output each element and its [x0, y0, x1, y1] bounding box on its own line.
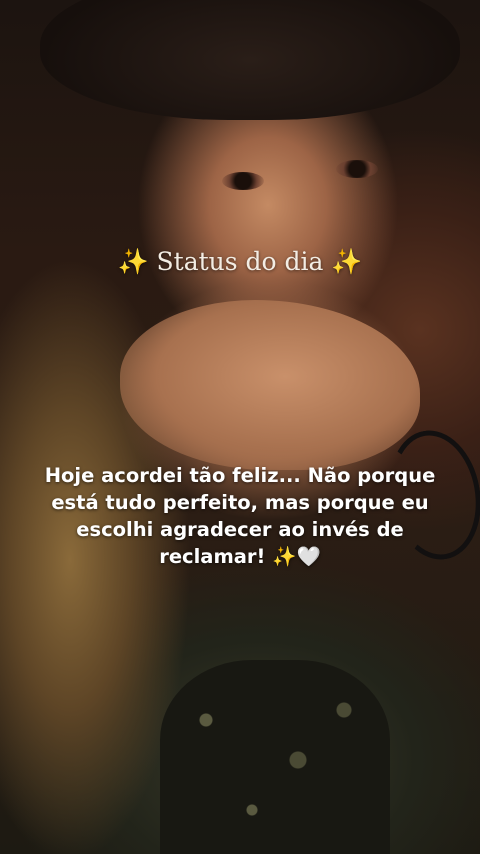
message-line: reclamar! ✨🤍 [159, 545, 321, 568]
right-eye-shape [336, 160, 378, 178]
message-line: está tudo perfeito, mas porque eu [51, 491, 429, 514]
left-eye-shape [222, 172, 264, 190]
lace-top-shape [160, 660, 390, 854]
status-title: ✨ Status do dia ✨ [117, 247, 363, 276]
story-canvas: ✨ Status do dia ✨ Hoje acordei tão feliz… [0, 0, 480, 854]
hand-shape [120, 300, 420, 470]
hat-shape [40, 0, 460, 120]
message-line: Hoje acordei tão feliz... Não porque [44, 464, 436, 487]
status-message: Hoje acordei tão feliz... Não porque est… [30, 462, 450, 570]
message-line: escolhi agradecer ao invés de [76, 518, 404, 541]
